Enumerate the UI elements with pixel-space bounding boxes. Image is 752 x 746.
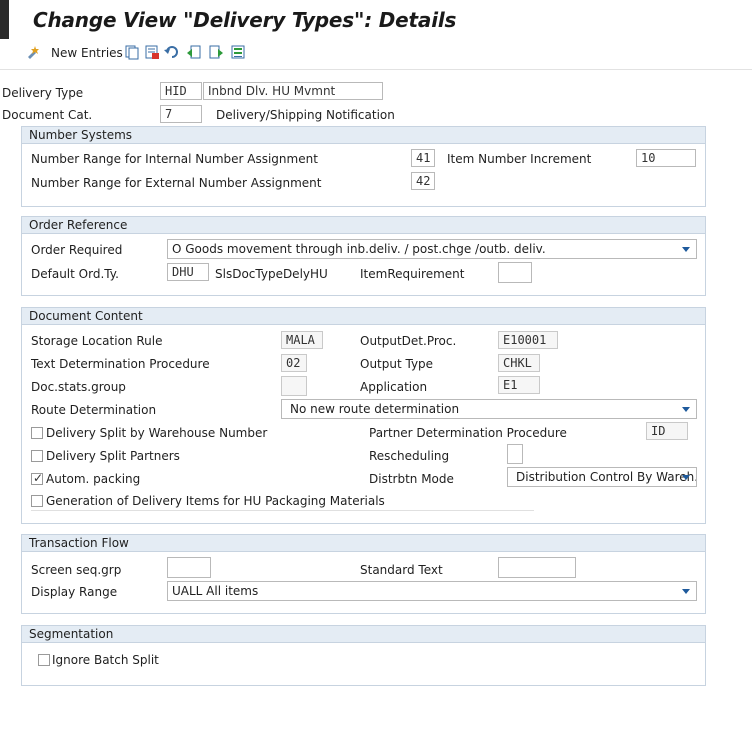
chevron-down-icon	[682, 589, 690, 594]
output-type-label: Output Type	[360, 357, 434, 371]
ignore-batch-split-checkbox[interactable]	[38, 654, 50, 666]
transaction-flow-header: Transaction Flow	[22, 535, 705, 552]
internal-number-range-label: Number Range for Internal Number Assignm…	[31, 152, 318, 166]
default-order-type-label: Default Ord.Ty.	[31, 267, 119, 281]
route-determination-dropdown[interactable]: No new route determination	[281, 399, 697, 419]
rescheduling-checkbox[interactable]	[507, 444, 523, 464]
ignore-batch-split-label: Ignore Batch Split	[52, 653, 159, 667]
document-content-header: Document Content	[22, 308, 705, 325]
distribution-mode-dropdown[interactable]: Distribution Control By Wareh...	[507, 467, 697, 487]
delivery-type-field[interactable]: HID	[160, 82, 202, 100]
document-category-field[interactable]: 7	[160, 105, 202, 123]
generation-delivery-items-checkbox[interactable]	[31, 495, 43, 507]
next-entry-icon[interactable]	[208, 44, 224, 60]
application-label: Application	[360, 380, 428, 394]
generation-delivery-items-label: Generation of Delivery Items for HU Pack…	[46, 494, 385, 508]
chevron-down-icon	[682, 407, 690, 412]
number-systems-group: Number Systems	[21, 126, 706, 207]
chevron-down-icon	[682, 475, 690, 480]
text-determination-label: Text Determination Procedure	[31, 357, 210, 371]
delivery-split-warehouse-label: Delivery Split by Warehouse Number	[46, 426, 268, 440]
page-title: Change View "Delivery Types": Details	[33, 8, 457, 32]
internal-number-range-field[interactable]: 41	[411, 149, 435, 167]
default-order-type-field[interactable]: DHU	[167, 263, 209, 281]
autom-packing-checkbox[interactable]: ✓	[31, 471, 44, 485]
delete-icon[interactable]	[144, 44, 160, 60]
text-determination-field[interactable]: 02	[281, 354, 307, 372]
delivery-type-label: Delivery Type	[2, 86, 84, 100]
partner-determination-label: Partner Determination Procedure	[369, 426, 567, 440]
output-type-field[interactable]: CHKL	[498, 354, 540, 372]
rescheduling-label: Rescheduling	[369, 449, 450, 463]
new-entries-icon[interactable]	[26, 44, 42, 60]
select-all-icon[interactable]	[230, 44, 246, 60]
autom-packing-label: Autom. packing	[46, 472, 141, 486]
item-number-increment-field[interactable]: 10	[636, 149, 696, 167]
undo-icon[interactable]	[164, 44, 180, 60]
document-category-description: Delivery/Shipping Notification	[216, 108, 395, 122]
storage-location-rule-field[interactable]: MALA	[281, 331, 323, 349]
output-determination-label: OutputDet.Proc.	[360, 334, 457, 348]
chevron-down-icon	[682, 247, 690, 252]
delivery-split-warehouse-checkbox[interactable]	[31, 427, 43, 439]
display-range-value: UALL All items	[172, 584, 259, 598]
number-systems-header: Number Systems	[22, 127, 705, 144]
segmentation-header: Segmentation	[22, 626, 705, 643]
external-number-range-label: Number Range for External Number Assignm…	[31, 176, 322, 190]
standard-text-field[interactable]	[498, 557, 576, 578]
checkmark-icon: ✓	[33, 471, 44, 485]
delivery-type-description-field[interactable]: Inbnd Dlv. HU Mvmnt	[203, 82, 383, 100]
item-requirement-label: ItemRequirement	[360, 267, 465, 281]
partner-determination-field[interactable]: ID	[646, 422, 688, 440]
distribution-mode-label: Distrbtn Mode	[369, 472, 454, 486]
display-range-dropdown[interactable]: UALL All items	[167, 581, 697, 601]
display-range-label: Display Range	[31, 585, 118, 599]
order-reference-header: Order Reference	[22, 217, 705, 234]
output-determination-field[interactable]: E10001	[498, 331, 558, 349]
copy-icon[interactable]	[124, 44, 140, 60]
route-determination-value: No new route determination	[290, 402, 460, 416]
divider	[31, 510, 534, 511]
item-requirement-field[interactable]	[498, 262, 532, 283]
application-field[interactable]: E1	[498, 376, 540, 394]
item-number-increment-label: Item Number Increment	[447, 152, 592, 166]
previous-entry-icon[interactable]	[186, 44, 202, 60]
screen-sequence-group-field[interactable]	[167, 557, 211, 578]
distribution-mode-value: Distribution Control By Wareh...	[516, 470, 697, 484]
doc-stats-group-label: Doc.stats.group	[31, 380, 126, 394]
route-determination-label: Route Determination	[31, 403, 157, 417]
order-required-label: Order Required	[31, 243, 123, 257]
delivery-split-partners-label: Delivery Split Partners	[46, 449, 180, 463]
storage-location-rule-label: Storage Location Rule	[31, 334, 163, 348]
external-number-range-field[interactable]: 42	[411, 172, 435, 190]
screen-sequence-group-label: Screen seq.grp	[31, 563, 122, 577]
order-required-value: O Goods movement through inb.deliv. / po…	[172, 242, 546, 256]
delivery-split-partners-checkbox[interactable]	[31, 450, 43, 462]
new-entries-button[interactable]: New Entries	[51, 46, 123, 60]
standard-text-label: Standard Text	[360, 563, 443, 577]
document-category-label: Document Cat.	[2, 108, 93, 122]
order-required-dropdown[interactable]: O Goods movement through inb.deliv. / po…	[167, 239, 697, 259]
doc-stats-group-field[interactable]	[281, 376, 307, 396]
default-order-type-description: SlsDocTypeDelyHU	[215, 267, 328, 281]
